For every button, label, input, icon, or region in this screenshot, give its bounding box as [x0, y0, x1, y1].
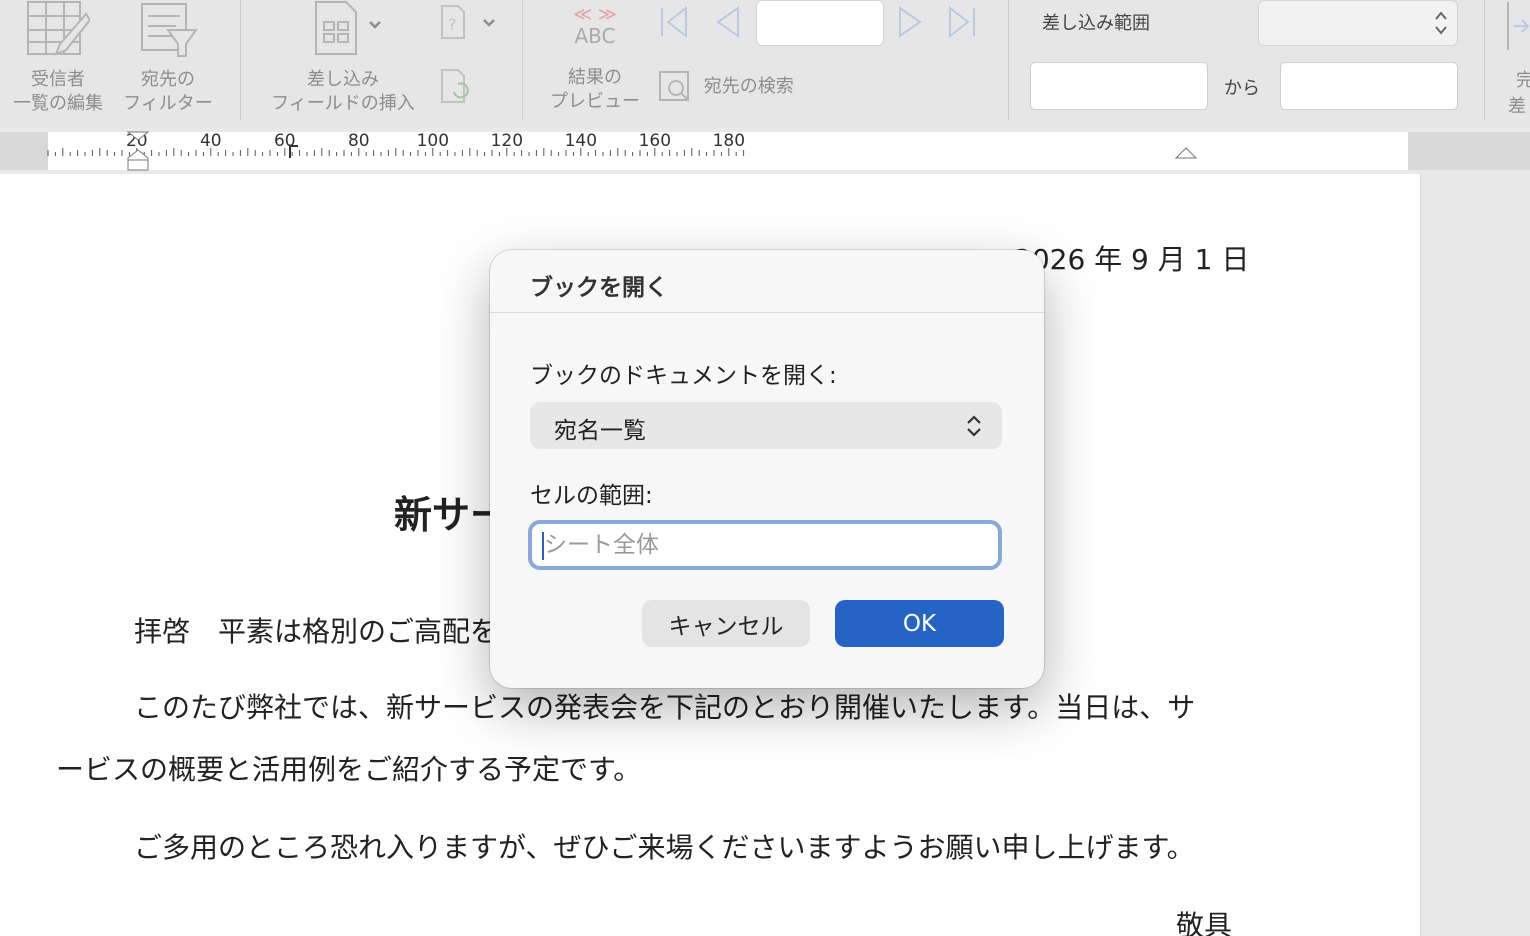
preview-label-2: プレビュー: [550, 91, 640, 112]
ribbon-separator: [240, 0, 241, 120]
merge-range-from-input[interactable]: [1030, 62, 1208, 110]
horizontal-ruler[interactable]: 20 40 60 80 100 120 140 160 180: [0, 128, 1530, 174]
filter-label-1: 宛先の: [141, 69, 195, 90]
cell-range-label: セルの範囲:: [530, 483, 653, 509]
document-paragraph-2: このたび弊社では、新サービスの発表会を下記のとおり開催いたします。当日は、サ: [134, 691, 1196, 724]
ruler-label: 120: [491, 131, 523, 151]
ruler-label: 40: [200, 131, 222, 151]
insert-field-label-1: 差し込み: [307, 69, 379, 90]
find-recipient-label: 宛先の検索: [703, 76, 794, 97]
finish-label-1: 完: [1516, 70, 1530, 91]
next-record-icon: [899, 6, 922, 38]
merge-range-label: 差し込み範囲: [1042, 13, 1150, 34]
rules-icon: ?: [441, 5, 495, 39]
ruler-label: 160: [639, 131, 671, 151]
ribbon-separator: [1484, 0, 1485, 120]
filter-label-2: フィルター: [123, 93, 213, 114]
cancel-button[interactable]: キャンセル: [642, 600, 810, 647]
table-edit-icon: [27, 1, 90, 56]
document-select-value: 宛名一覧: [554, 418, 646, 444]
merge-range-select[interactable]: [1258, 0, 1458, 46]
next-record-button[interactable]: [896, 4, 926, 44]
ok-button[interactable]: OK: [835, 600, 1004, 647]
open-workbook-dialog: ブックを開く ブックのドキュメントを開く: 宛名一覧 セルの範囲: キャンセル …: [490, 250, 1044, 688]
last-record-icon: [949, 5, 975, 39]
document-paragraph-1: 拝啓 平素は格別のご高配を: [134, 615, 499, 648]
ribbon-separator: [1008, 0, 1009, 120]
list-filter-icon: [141, 3, 198, 57]
rules-button[interactable]: ?: [438, 2, 502, 46]
ribbon-separator: [522, 0, 523, 120]
svg-text:?: ?: [448, 15, 457, 34]
document-closing: 敬具: [1176, 909, 1233, 936]
ruler-label: 140: [565, 131, 597, 151]
preview-arrows-icon: ≪ ≫: [573, 4, 617, 25]
document-select-popup[interactable]: 宛名一覧: [530, 402, 1002, 449]
filter-recipients-button[interactable]: 宛先の フィルター: [116, 0, 220, 116]
edit-recipient-label-2: 一覧の編集: [13, 93, 103, 114]
preview-abc-label: ABC: [574, 24, 616, 48]
document-select-label: ブックのドキュメントを開く:: [530, 363, 837, 389]
ruler-label: 180: [713, 131, 745, 151]
up-down-chevron-icon: [967, 415, 981, 437]
preview-results-button[interactable]: ≪ ≫ ABC 結果の プレビュー: [538, 0, 652, 114]
find-recipient-icon: [659, 71, 689, 101]
record-number-input[interactable]: [756, 0, 884, 46]
ruler-label: 100: [417, 131, 449, 151]
previous-record-button[interactable]: [712, 4, 742, 44]
left-indent-marker: [127, 159, 149, 171]
edit-recipient-label-1: 受信者: [31, 69, 85, 90]
first-record-button[interactable]: [658, 4, 692, 44]
finish-merge-icon: [1507, 2, 1530, 50]
finish-label-2: 差: [1508, 96, 1526, 117]
ruler-scale: 20 40 60 80 100 120 140 160 180: [0, 131, 1530, 171]
document-date: 2026 年 9 月 1 日: [1014, 243, 1250, 276]
ruler-label: 80: [348, 131, 370, 151]
insert-field-label-2: フィールドの挿入: [271, 93, 415, 114]
find-recipient-button[interactable]: 宛先の検索: [658, 70, 808, 104]
merge-field-icon: [315, 1, 381, 55]
first-record-icon: [661, 5, 687, 39]
finish-merge-button[interactable]: 完 差: [1500, 0, 1530, 120]
from-label: から: [1224, 78, 1260, 99]
page-margin-area: [1420, 174, 1530, 936]
ruler-label: 60: [274, 131, 296, 151]
preview-label-1: 結果の: [568, 67, 622, 88]
document-paragraph-3: ご多用のところ恐れ入りますが、ぜひご来場くださいますようお願い申し上げます。: [134, 831, 1195, 864]
up-down-chevron-icon: [1435, 11, 1447, 35]
refresh-icon: [441, 69, 469, 103]
mail-merge-ribbon: 受信者 一覧の編集 宛先の フィルター 差し込み フィールドの挿入 ? ≪ ≫ …: [0, 0, 1530, 129]
previous-record-icon: [716, 6, 739, 38]
document-paragraph-2-cont: ービスの概要と活用例をご紹介する予定です。: [56, 753, 642, 786]
dialog-divider: [490, 312, 1044, 313]
insert-merge-field-button[interactable]: 差し込み フィールドの挿入: [258, 0, 428, 116]
last-record-button[interactable]: [944, 4, 978, 44]
dialog-title: ブックを開く: [530, 275, 668, 301]
edit-recipient-list-button[interactable]: 受信者 一覧の編集: [6, 0, 110, 116]
cell-range-input[interactable]: [528, 520, 1002, 570]
merge-range-to-input[interactable]: [1280, 62, 1458, 110]
update-labels-button[interactable]: [438, 66, 478, 110]
text-caret: [542, 532, 544, 560]
